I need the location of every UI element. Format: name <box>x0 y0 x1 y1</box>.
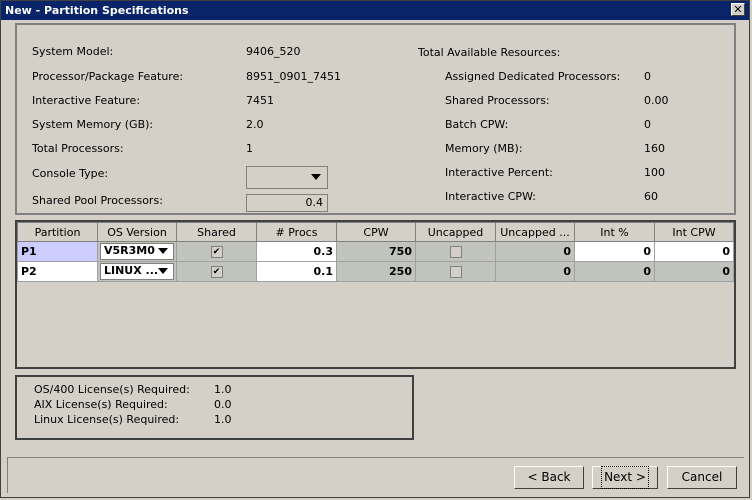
chevron-down-icon <box>158 248 168 254</box>
column-header[interactable]: Shared <box>176 222 257 242</box>
column-header[interactable]: Partition <box>17 222 98 242</box>
shared-cell[interactable]: ✔ <box>176 241 257 262</box>
int-cpw-cell: 0 <box>654 261 734 282</box>
os-version-value: V5R3M0 <box>104 244 155 257</box>
table-row[interactable]: P2 LINUX ... ✔ 0.1 250 0 0 0 <box>17 261 734 282</box>
license-panel: OS/400 License(s) Required: 1.0 AIX Lice… <box>15 375 414 440</box>
uncapped-cell[interactable] <box>415 241 496 262</box>
resource-value: 160 <box>644 142 665 155</box>
os-version-select[interactable]: V5R3M0 <box>100 243 174 260</box>
cancel-button-label: Cancel <box>681 470 723 484</box>
resource-value: 0 <box>644 70 651 83</box>
license-value: 0.0 <box>214 398 232 411</box>
resource-label: Memory (MB): <box>445 142 523 155</box>
shared-pool-label: Shared Pool Processors: <box>32 194 163 207</box>
resource-label: Assigned Dedicated Processors: <box>445 70 621 83</box>
cpw-cell: 250 <box>336 261 416 282</box>
partition-table: Partition OS Version Shared # Procs CPW … <box>17 222 734 282</box>
resource-value: 0 <box>644 118 651 131</box>
partition-cell[interactable]: P2 <box>17 261 98 282</box>
resource-label: Interactive CPW: <box>445 190 537 203</box>
os-version-cell[interactable]: V5R3M0 <box>97 241 177 262</box>
license-value: 1.0 <box>214 383 232 396</box>
column-header[interactable]: Uncapped <box>415 222 496 242</box>
license-value: 1.0 <box>214 413 232 426</box>
column-header[interactable]: CPW <box>336 222 416 242</box>
console-type-select[interactable] <box>246 166 328 189</box>
window-title: New - Partition Specifications <box>5 4 189 17</box>
processor-feature-label: Processor/Package Feature: <box>32 70 184 83</box>
uncapped-checkbox[interactable] <box>449 266 462 278</box>
license-label: Linux License(s) Required: <box>34 413 180 426</box>
resources-title: Total Available Resources: <box>418 46 561 59</box>
shared-checkbox[interactable]: ✔ <box>210 266 223 278</box>
column-header[interactable]: Uncapped ... <box>495 222 575 242</box>
chevron-down-icon <box>311 174 321 180</box>
system-model-value: 9406_520 <box>246 45 301 58</box>
resource-value: 0.00 <box>644 94 669 107</box>
license-label: AIX License(s) Required: <box>34 398 168 411</box>
os-version-select[interactable]: LINUX ... <box>100 263 174 280</box>
column-header[interactable]: Int CPW <box>654 222 734 242</box>
system-model-label: System Model: <box>32 45 114 58</box>
button-bar: < Back Next > Cancel <box>7 457 744 493</box>
os-version-cell[interactable]: LINUX ... <box>97 261 177 282</box>
shared-cell[interactable]: ✔ <box>176 261 257 282</box>
back-button[interactable]: < Back <box>514 466 584 489</box>
resource-value: 100 <box>644 166 665 179</box>
os-version-value: LINUX ... <box>104 264 159 277</box>
license-label: OS/400 License(s) Required: <box>34 383 190 396</box>
system-info-panel: System Model: 9406_520 Processor/Package… <box>15 23 736 215</box>
partition-table-panel: Partition OS Version Shared # Procs CPW … <box>15 220 736 369</box>
int-cpw-cell[interactable]: 0 <box>654 241 734 262</box>
system-memory-label: System Memory (GB): <box>32 118 154 131</box>
column-header[interactable]: # Procs <box>256 222 337 242</box>
cancel-button[interactable]: Cancel <box>667 466 737 489</box>
procs-cell[interactable]: 0.1 <box>256 261 337 282</box>
uncapped-weight-cell: 0 <box>495 261 575 282</box>
resource-label: Shared Processors: <box>445 94 550 107</box>
resource-label: Batch CPW: <box>445 118 509 131</box>
column-header[interactable]: OS Version <box>97 222 177 242</box>
int-pct-cell: 0 <box>574 261 655 282</box>
system-memory-value: 2.0 <box>246 118 264 131</box>
uncapped-checkbox[interactable] <box>449 246 462 258</box>
interactive-feature-value: 7451 <box>246 94 274 107</box>
column-header[interactable]: Int % <box>574 222 655 242</box>
shared-checkbox[interactable]: ✔ <box>210 246 223 258</box>
interactive-feature-label: Interactive Feature: <box>32 94 141 107</box>
cpw-cell: 750 <box>336 241 416 262</box>
chevron-down-icon <box>158 268 168 274</box>
close-icon[interactable]: ✕ <box>731 3 745 16</box>
next-button[interactable]: Next > <box>592 466 658 489</box>
back-button-label: < Back <box>527 470 571 484</box>
total-processors-value: 1 <box>246 142 253 155</box>
resource-label: Interactive Percent: <box>445 166 553 179</box>
console-type-label: Console Type: <box>32 167 109 180</box>
table-header-row: Partition OS Version Shared # Procs CPW … <box>17 222 734 242</box>
processor-feature-value: 8951_0901_7451 <box>246 70 341 83</box>
int-pct-cell[interactable]: 0 <box>574 241 655 262</box>
partition-cell[interactable]: P1 <box>17 241 98 262</box>
total-processors-label: Total Processors: <box>32 142 124 155</box>
resource-value: 60 <box>644 190 658 203</box>
uncapped-weight-cell: 0 <box>495 241 575 262</box>
shared-pool-field: 0.4 <box>246 194 328 212</box>
procs-cell[interactable]: 0.3 <box>256 241 337 262</box>
next-button-label: Next > <box>601 466 649 489</box>
partition-specifications-dialog: New - Partition Specifications ✕ System … <box>0 0 750 498</box>
table-row[interactable]: P1 V5R3M0 ✔ 0.3 750 0 0 0 <box>17 241 734 262</box>
uncapped-cell[interactable] <box>415 261 496 282</box>
title-bar: New - Partition Specifications ✕ <box>1 1 749 20</box>
